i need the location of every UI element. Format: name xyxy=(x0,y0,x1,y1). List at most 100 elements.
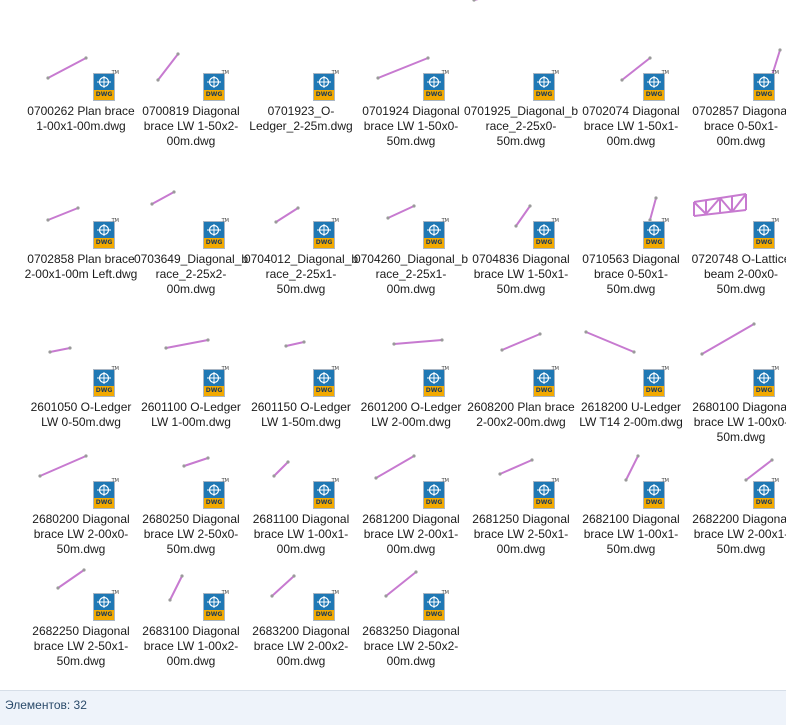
dwg-file-icon: DWG TM xyxy=(423,590,449,621)
file-item[interactable]: DWG TM 0702074 Diagonal brace LW 1-50x1-00… xyxy=(576,10,686,148)
cad-part-preview xyxy=(56,568,86,590)
file-name: 2682250 Diagonal brace LW 2-50x1-50m.dwg xyxy=(32,624,130,668)
dwg-file-icon: DWG TM xyxy=(203,70,229,101)
cad-part-preview xyxy=(274,206,300,224)
file-item[interactable]: DWG TM 0700262 Plan brace 1-00x1-00m.dwg xyxy=(26,10,136,133)
dwg-file-icon: DWG TM xyxy=(313,70,339,101)
file-thumbnail: DWG TM xyxy=(576,158,686,249)
dwg-file-icon: DWG TM xyxy=(753,478,779,509)
cad-part-preview xyxy=(48,346,72,354)
dwg-file-icon: DWG TM xyxy=(423,70,449,101)
file-thumbnail: DWG TM xyxy=(26,306,136,397)
file-thumbnail: DWG TM xyxy=(246,418,356,509)
dwg-file-icon: DWG TM xyxy=(753,218,779,249)
cad-part-preview xyxy=(150,190,176,206)
cad-part-preview xyxy=(38,454,88,478)
file-item[interactable]: DWG TM 2683200 Diagonal brace LW 2-00x2-00… xyxy=(246,530,356,668)
file-thumbnail: DWG TM xyxy=(246,530,356,621)
dwg-file-icon: DWG TM xyxy=(93,70,119,101)
file-thumbnail: DWG TM xyxy=(246,158,356,249)
file-name: 2683200 Diagonal brace LW 2-00x2-00m.dwg xyxy=(252,624,350,668)
file-item[interactable]: DWG TM 0704012_Diagonal_brace_2-25x1-50m.d… xyxy=(244,158,358,296)
file-thumbnail: DWG TM xyxy=(466,418,576,509)
file-item[interactable]: DWG TM 0700819 Diagonal brace LW 1-50x2-00… xyxy=(136,10,246,148)
file-thumbnail: DWG TM xyxy=(686,306,786,397)
file-thumbnail: DWG TM xyxy=(466,0,576,101)
file-item[interactable]: DWG TM 0710563 Diagonal brace 0-50x1-50m.d… xyxy=(576,158,686,296)
cad-part-preview xyxy=(386,204,416,220)
cad-part-preview xyxy=(164,338,210,350)
file-thumbnail: DWG TM xyxy=(136,10,246,101)
cad-part-preview xyxy=(272,460,290,478)
file-thumbnail: DWG TM xyxy=(576,418,686,509)
file-name: 2683250 Diagonal brace LW 2-50x2-00m.dwg xyxy=(362,624,460,668)
file-item[interactable]: DWG TM 0702857 Diagonal brace 0-50x1-00m.d… xyxy=(686,10,786,148)
file-thumbnail: DWG TM xyxy=(246,10,356,101)
cad-part-preview xyxy=(500,332,542,352)
file-thumbnail: DWG TM xyxy=(26,10,136,101)
cad-part-preview xyxy=(384,570,418,598)
file-item[interactable]: DWG TM 0703649_Diagonal_brace_2-25x2-00m.d… xyxy=(134,158,248,296)
file-name: 2682100 Diagonal brace LW 1-00x1-50m.dwg xyxy=(582,512,680,556)
file-thumbnail: DWG TM xyxy=(686,418,786,509)
file-thumbnail: DWG TM xyxy=(356,418,466,509)
file-item[interactable]: DWG TM 2682250 Diagonal brace LW 2-50x1-50… xyxy=(26,530,136,668)
cad-part-preview xyxy=(514,204,532,228)
file-item[interactable]: DWG TM 2683250 Diagonal brace LW 2-50x2-00… xyxy=(356,530,466,668)
dwg-file-icon: DWG TM xyxy=(203,218,229,249)
file-thumbnail: DWG TM xyxy=(246,306,356,397)
cad-part-preview xyxy=(624,454,640,482)
file-item[interactable]: DWG TM 0701923_O-Ledger_2-25m.dwg xyxy=(246,10,356,133)
dwg-file-icon: DWG TM xyxy=(423,218,449,249)
file-item[interactable]: DWG TM 2683100 Diagonal brace LW 1-00x2-00… xyxy=(136,530,246,668)
file-item[interactable]: DWG TM 2681250 Diagonal brace LW 2-50x1-00… xyxy=(466,418,576,556)
cad-part-preview xyxy=(392,338,444,346)
file-thumbnail: DWG TM xyxy=(356,530,466,621)
file-name: 2682200 Diagonal brace LW 2-00x1-50m.dwg xyxy=(692,512,786,556)
file-item[interactable]: DWG TM 0702858 Plan brace 2-00x1-00m Left.… xyxy=(25,158,137,281)
file-item[interactable]: DWG TM 0701924 Diagonal brace LW 1-50x0-50… xyxy=(356,10,466,148)
file-item[interactable]: DWG TM 0720748 O-Lattice beam 2-00x0-50m.d… xyxy=(686,158,786,296)
dwg-file-icon: DWG TM xyxy=(93,218,119,249)
file-name: 2681250 Diagonal brace LW 2-50x1-00m.dwg xyxy=(472,512,570,556)
file-thumbnail: DWG TM xyxy=(576,306,686,397)
file-item[interactable]: DWG TM 0704260_Diagonal_brace_2-25x1-00m.d… xyxy=(354,158,468,296)
file-item[interactable]: DWG TM 0704836 Diagonal brace LW 1-50x1-50… xyxy=(466,158,576,296)
cad-part-preview xyxy=(472,0,479,2)
dwg-file-icon: DWG TM xyxy=(643,478,669,509)
file-thumbnail: DWG TM xyxy=(26,418,136,509)
cad-part-preview xyxy=(168,574,184,602)
cad-part-preview xyxy=(498,458,534,476)
dwg-file-icon: DWG TM xyxy=(203,590,229,621)
file-grid: DWG TM 0700262 Plan brace 1-00x1-00m.dwg DW… xyxy=(0,0,786,690)
dwg-file-icon: DWG TM xyxy=(753,70,779,101)
cad-part-preview xyxy=(648,196,658,222)
file-thumbnail: DWG TM xyxy=(136,530,246,621)
file-thumbnail: DWG TM xyxy=(136,306,246,397)
dwg-file-icon: DWG TM xyxy=(533,218,559,249)
dwg-file-icon: DWG TM xyxy=(93,590,119,621)
file-item[interactable]: DWG TM 2682100 Diagonal brace LW 1-00x1-50… xyxy=(576,418,686,556)
dwg-file-icon: DWG TM xyxy=(643,70,669,101)
file-thumbnail: DWG TM xyxy=(136,418,246,509)
file-thumbnail: DWG TM xyxy=(356,158,466,249)
file-thumbnail: DWG TM xyxy=(686,158,786,249)
item-count: Элементов: 32 xyxy=(5,698,87,712)
status-bar: Элементов: 32 xyxy=(0,690,786,725)
cad-part-preview xyxy=(374,454,416,480)
cad-part-preview xyxy=(270,574,296,598)
dwg-file-icon: DWG TM xyxy=(533,70,559,101)
cad-part-preview xyxy=(246,0,356,100)
file-thumbnail: DWG TM xyxy=(466,158,576,249)
file-item[interactable]: DWG TM 2682200 Diagonal brace LW 2-00x1-50… xyxy=(686,418,786,556)
cad-part-preview xyxy=(284,340,306,348)
dwg-file-icon: DWG TM xyxy=(313,590,339,621)
file-thumbnail: DWG TM xyxy=(686,10,786,101)
file-thumbnail: DWG TM xyxy=(26,158,136,249)
dwg-file-icon: DWG TM xyxy=(533,478,559,509)
file-thumbnail: DWG TM xyxy=(136,158,246,249)
file-item[interactable]: DWG TM 0701925_Diagonal_brace_2-25x0-50m.d… xyxy=(464,0,578,148)
cad-part-preview xyxy=(620,56,652,82)
cad-part-preview xyxy=(182,456,210,468)
file-thumbnail: DWG TM xyxy=(26,530,136,621)
